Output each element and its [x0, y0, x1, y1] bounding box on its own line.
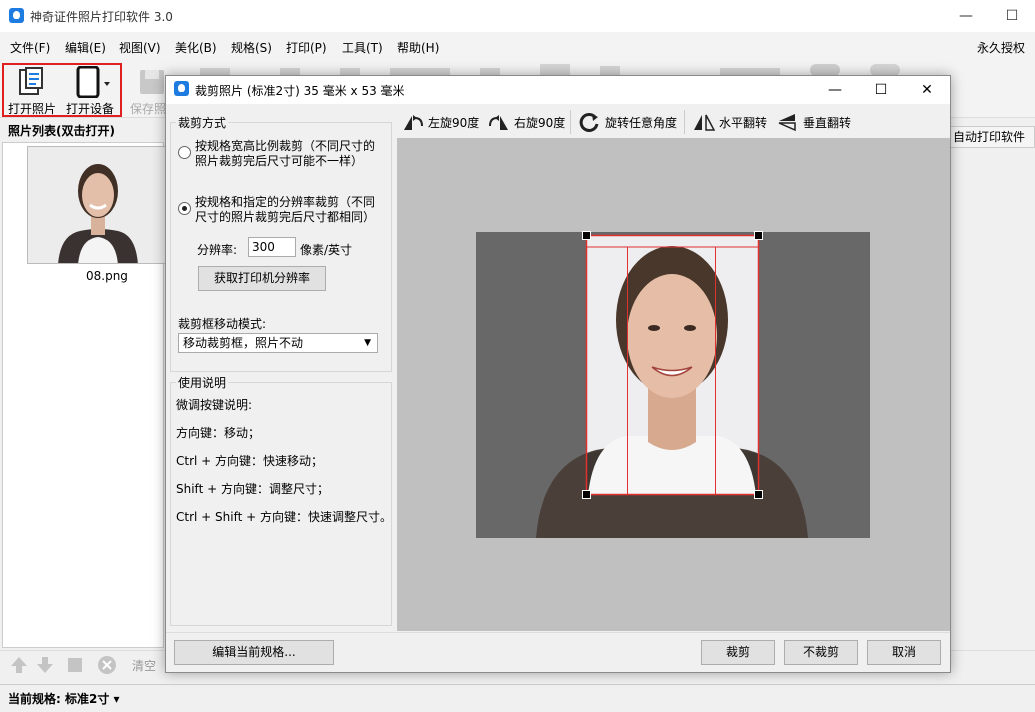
- menu-spec[interactable]: 规格(S): [231, 39, 272, 56]
- help-line: Shift + 方向键：调整尺寸；: [176, 482, 329, 496]
- rotate-left-icon: [404, 115, 423, 130]
- help-group: [170, 382, 392, 626]
- option1-line2: 照片裁剪完后尺寸可能不一样）: [195, 154, 364, 168]
- flip-vertical-label: 垂直翻转: [803, 115, 852, 130]
- menu-edit[interactable]: 编辑(E): [65, 39, 106, 56]
- flip-horizontal-label: 水平翻转: [719, 115, 768, 130]
- menu-beautify[interactable]: 美化(B): [175, 39, 217, 56]
- option2-line2: 尺寸的照片裁剪完后尺寸都相同）: [195, 210, 376, 224]
- crop-mode-radio-resolution[interactable]: [178, 202, 191, 215]
- app-logo-icon: [9, 8, 24, 23]
- menu-view[interactable]: 视图(V): [119, 39, 161, 56]
- resolution-input[interactable]: 300: [248, 237, 296, 257]
- dialog-maximize-button[interactable]: ☐: [858, 76, 904, 104]
- menu-file[interactable]: 文件(F): [10, 39, 50, 56]
- move-mode-select[interactable]: 移动裁剪框，照片不动 ▼: [178, 333, 378, 353]
- option2-line1: 按规格和指定的分辨率裁剪（不同: [195, 195, 376, 209]
- photo-list-header: 照片列表(双击打开): [8, 124, 115, 138]
- crop-handle-bottom-right[interactable]: [754, 490, 763, 499]
- resolution-label: 分辨率:: [197, 243, 238, 257]
- portrait-thumbnail-image: [28, 147, 166, 263]
- option1-line1: 按规格宽高比例裁剪（不同尺寸的: [195, 139, 376, 153]
- resolution-unit: 像素/英寸: [300, 243, 353, 257]
- spec-label: 当前规格:: [8, 692, 61, 706]
- crop-frame[interactable]: [582, 231, 763, 499]
- crop-handle-top-left[interactable]: [582, 231, 591, 240]
- crop-mode-resolution-text[interactable]: 按规格和指定的分辨率裁剪（不同 尺寸的照片裁剪完后尺寸都相同）: [195, 195, 375, 225]
- help-line: 微调按键说明:: [176, 398, 253, 412]
- spec-value: 标准2寸: [65, 692, 110, 706]
- crop-button[interactable]: 裁剪: [701, 640, 775, 665]
- auto-print-hint: 自动打印软件: [948, 126, 1035, 148]
- menu-tools[interactable]: 工具(T): [342, 39, 383, 56]
- photo-filename: 08.png: [86, 269, 128, 283]
- help-title: 使用说明: [176, 374, 229, 391]
- save-photo-label: 保存照: [130, 102, 167, 116]
- maximize-button[interactable]: ☐: [989, 0, 1035, 32]
- rotate-any-label: 旋转任意角度: [605, 115, 678, 130]
- menu-print[interactable]: 打印(P): [286, 39, 327, 56]
- edit-spec-button[interactable]: 编辑当前规格...: [174, 640, 334, 665]
- status-bar: [0, 684, 1035, 712]
- rotate-left-button[interactable]: 左旋90度: [402, 112, 479, 132]
- flip-horizontal-button[interactable]: 水平翻转: [693, 112, 767, 132]
- flip-horizontal-icon: [694, 114, 715, 131]
- help-line: Ctrl + Shift + 方向键：快速调整尺寸。: [176, 510, 392, 524]
- toolbar-divider: [570, 110, 571, 134]
- app-title: 神奇证件照片打印软件 3.0: [30, 10, 173, 24]
- save-icon: [140, 70, 164, 94]
- dialog-minimize-button[interactable]: —: [812, 76, 858, 104]
- flip-vertical-button[interactable]: 垂直翻转: [777, 112, 851, 132]
- move-up-icon[interactable]: [8, 654, 30, 679]
- no-crop-button[interactable]: 不裁剪: [784, 640, 858, 665]
- remove-icon[interactable]: [64, 654, 86, 679]
- chevron-down-icon: ▼: [364, 338, 371, 348]
- move-down-icon[interactable]: [34, 654, 56, 679]
- license-status: 永久授权: [977, 41, 1026, 55]
- crop-mode-radio-ratio[interactable]: [178, 146, 191, 159]
- toolbar-highlight: [2, 63, 122, 117]
- dialog-close-button[interactable]: ✕: [904, 76, 950, 104]
- dialog-title: 裁剪照片 (标准2寸) 35 毫米 x 53 毫米: [195, 84, 405, 98]
- crop-mode-label: 裁剪方式: [176, 114, 229, 131]
- rotate-right-label: 右旋90度: [514, 115, 566, 130]
- crop-mode-ratio-text[interactable]: 按规格宽高比例裁剪（不同尺寸的 照片裁剪完后尺寸可能不一样）: [195, 139, 375, 169]
- save-photo-button[interactable]: [138, 68, 166, 96]
- cancel-button[interactable]: 取消: [867, 640, 941, 665]
- rotate-any-icon: [579, 112, 599, 132]
- dialog-logo-icon: [174, 81, 189, 96]
- photo-thumbnail[interactable]: [27, 146, 167, 264]
- clear-button[interactable]: 清空: [132, 657, 156, 674]
- crop-handle-top-right[interactable]: [754, 231, 763, 240]
- chevron-down-icon: ▾: [113, 692, 120, 706]
- current-spec-status[interactable]: 当前规格: 标准2寸 ▾: [8, 690, 120, 707]
- rotate-right-button[interactable]: 右旋90度: [488, 112, 565, 132]
- rotate-left-label: 左旋90度: [428, 115, 480, 130]
- move-mode-label: 裁剪框移动模式:: [178, 317, 267, 331]
- minimize-button[interactable]: —: [943, 0, 989, 32]
- toolbar-divider: [684, 110, 685, 134]
- delete-icon[interactable]: [96, 654, 118, 679]
- help-line: Ctrl + 方向键：快速移动；: [176, 454, 324, 468]
- rotate-right-icon: [489, 115, 508, 130]
- get-printer-resolution-button[interactable]: 获取打印机分辨率: [198, 266, 326, 291]
- rotate-any-button[interactable]: 旋转任意角度: [579, 112, 677, 132]
- flip-vertical-icon: [778, 114, 796, 132]
- crop-handle-bottom-left[interactable]: [582, 490, 591, 499]
- move-mode-value: 移动裁剪框，照片不动: [183, 336, 304, 350]
- menu-help[interactable]: 帮助(H): [397, 39, 439, 56]
- help-line: 方向键：移动；: [176, 426, 261, 440]
